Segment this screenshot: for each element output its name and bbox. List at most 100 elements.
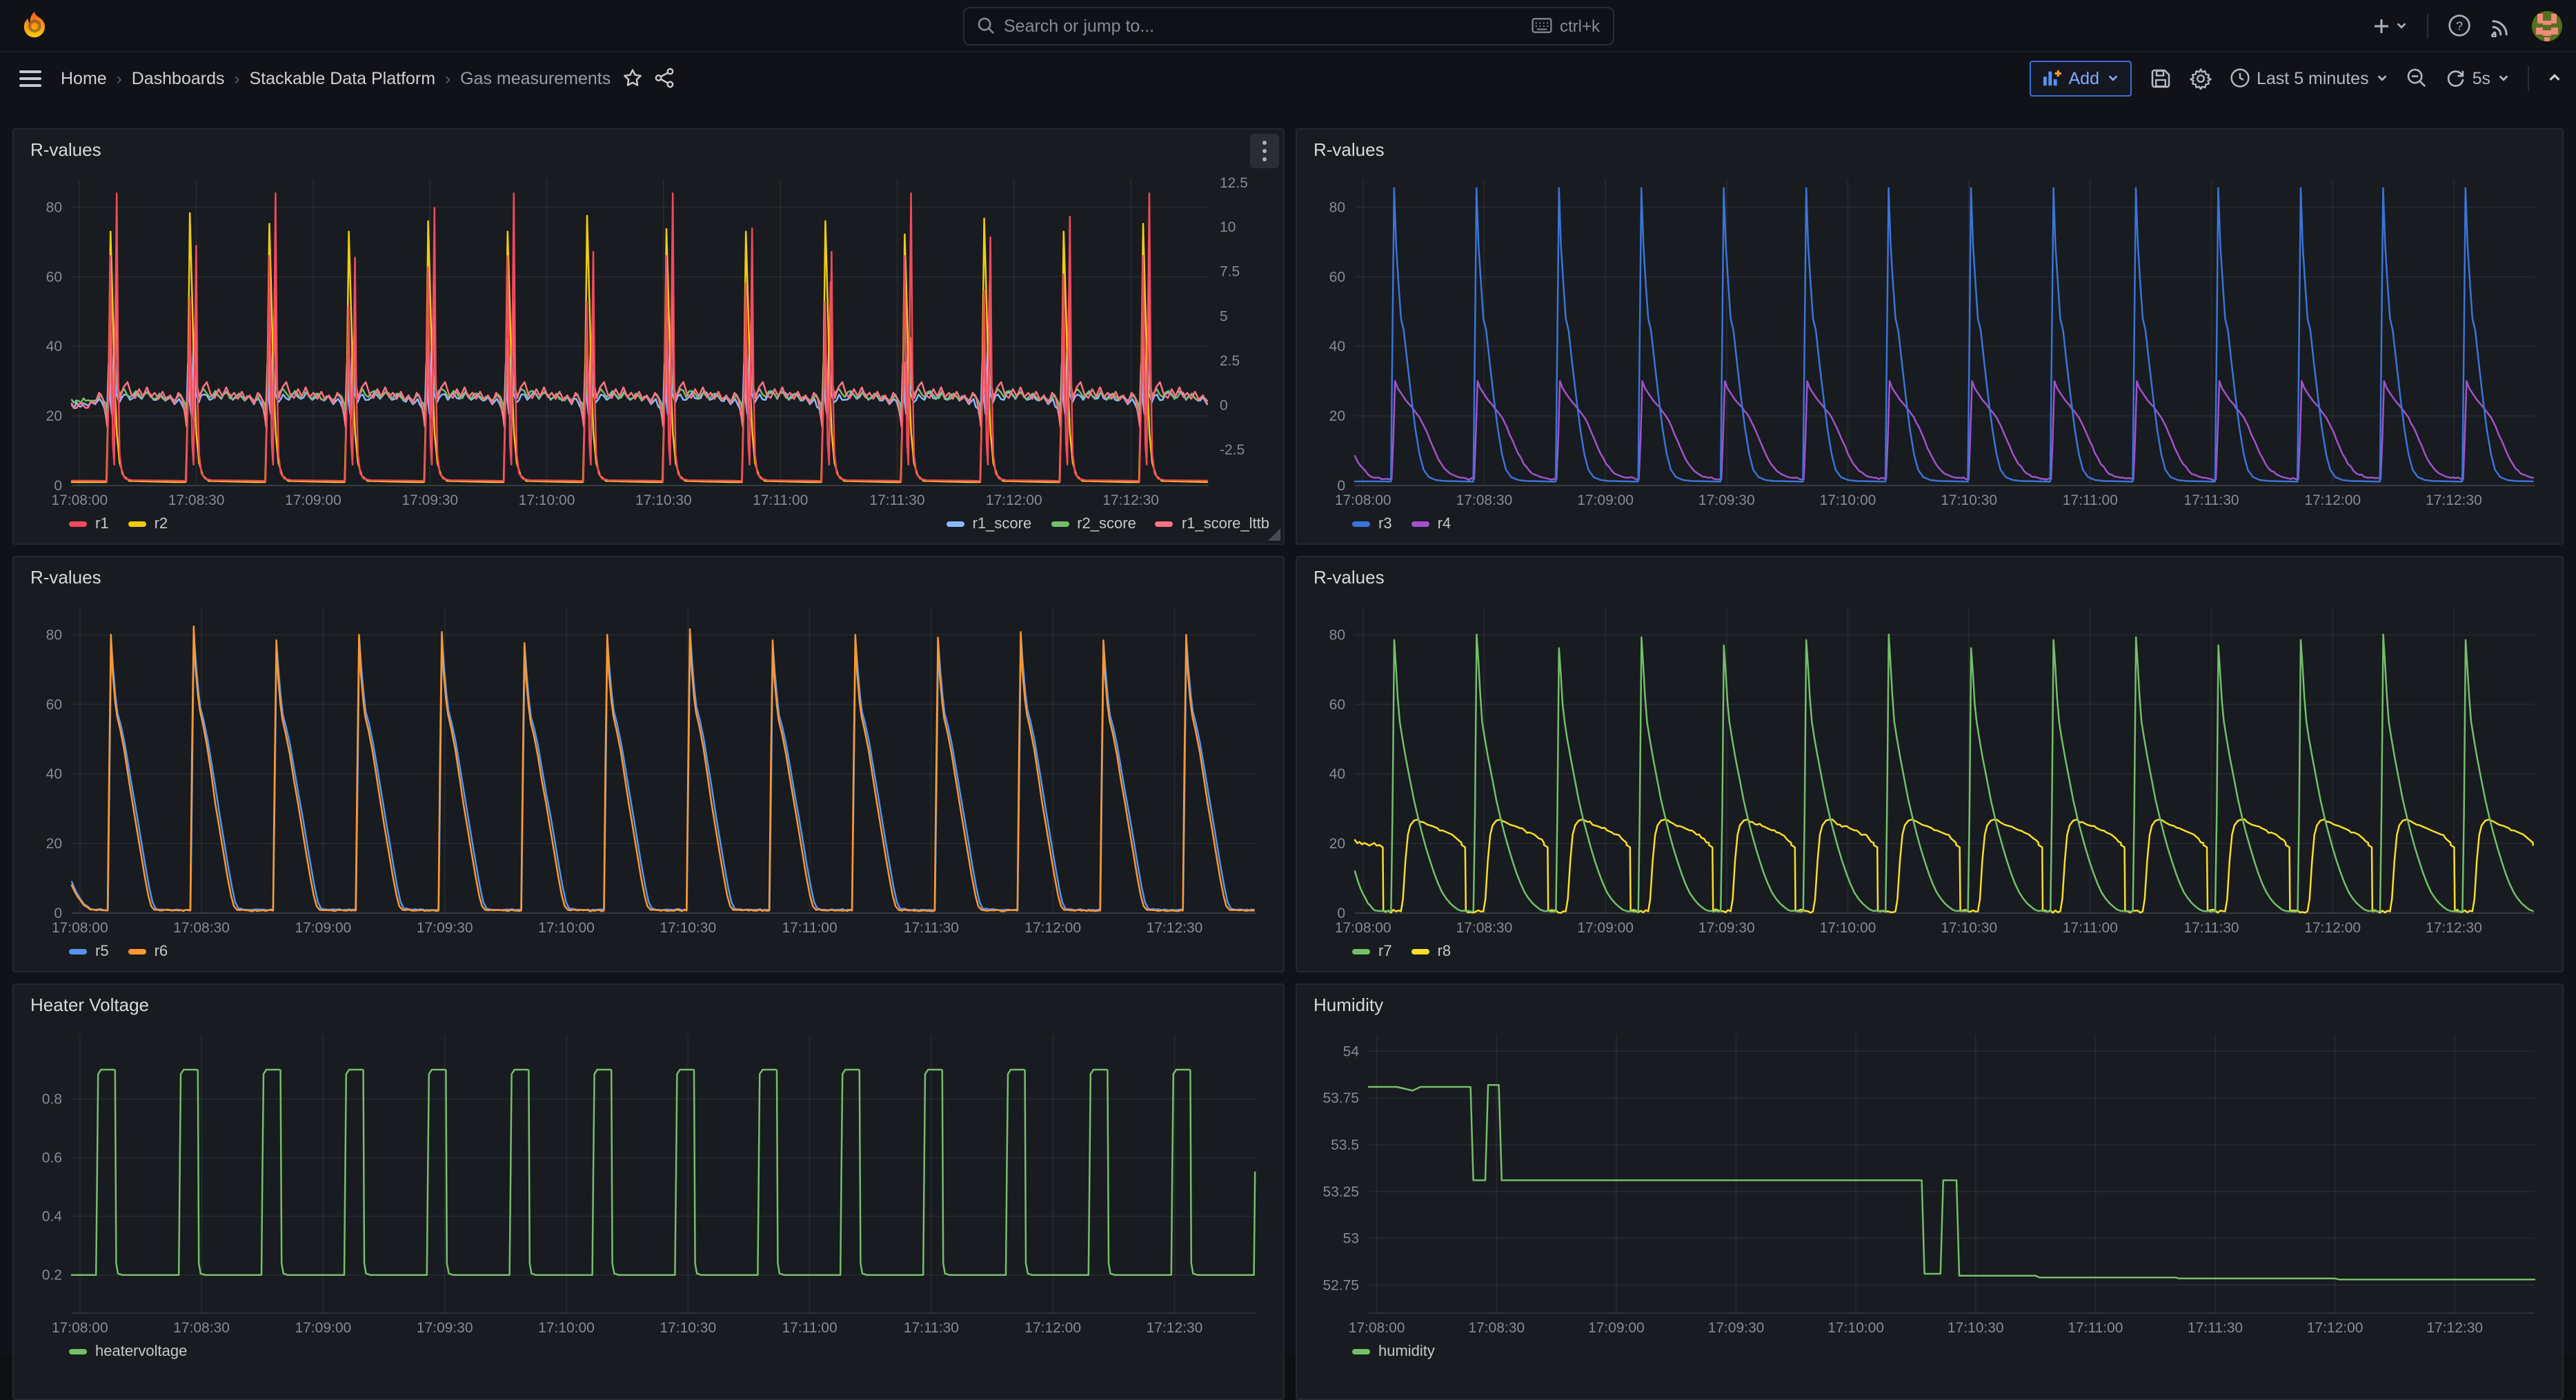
legend-swatch xyxy=(1156,521,1173,527)
legend-item-r2_score[interactable]: r2_score xyxy=(1051,516,1136,532)
x-axis-tick-label: 17:11:00 xyxy=(782,1320,837,1336)
panel-header[interactable]: R-values xyxy=(1297,130,2562,168)
chart-r-values[interactable]: 17:08:0017:08:3017:09:0017:09:3017:10:00… xyxy=(25,168,1272,513)
chart-r-values[interactable]: 17:08:0017:08:3017:09:0017:09:3017:10:00… xyxy=(1308,168,2551,513)
panel-menu-icon[interactable] xyxy=(1250,134,1279,168)
panel-header[interactable]: Heater Voltage xyxy=(14,985,1283,1023)
breadcrumb-dashboards[interactable]: Dashboards xyxy=(132,68,225,88)
news-button[interactable] xyxy=(2490,14,2513,37)
y-axis-tick-label: 60 xyxy=(1329,697,1345,712)
top-nav: Search or jump to... ctrl+k ? xyxy=(0,0,2576,52)
time-range-picker[interactable]: Last 5 minutes xyxy=(2229,68,2388,88)
search-shortcut: ctrl+k xyxy=(1560,16,1600,35)
legend-item-r1[interactable]: r1 xyxy=(69,516,109,532)
toolbar-actions: Add Last 5 minutes 5s xyxy=(2030,60,2563,96)
share-icon[interactable] xyxy=(653,68,674,88)
legend-item-r8[interactable]: r8 xyxy=(1411,943,1452,960)
x-axis-tick-label: 17:09:00 xyxy=(1577,492,1634,508)
legend-item-r7[interactable]: r7 xyxy=(1352,943,1392,960)
grafana-logo-icon[interactable] xyxy=(17,8,52,43)
panel-title[interactable]: R-values xyxy=(1314,567,1385,588)
star-icon[interactable] xyxy=(622,68,642,88)
svg-text:?: ? xyxy=(2456,19,2463,32)
legend-label: r2_score xyxy=(1077,516,1136,532)
breadcrumb-home[interactable]: Home xyxy=(61,68,107,88)
series-line-r3 xyxy=(1355,188,2533,482)
legend-item-humidity[interactable]: humidity xyxy=(1352,1343,1435,1360)
breadcrumb-folder[interactable]: Stackable Data Platform xyxy=(250,68,436,88)
legend-item-r3[interactable]: r3 xyxy=(1352,516,1392,532)
series-line-r4 xyxy=(1355,381,2533,481)
y-axis-tick-label: 0 xyxy=(54,906,62,921)
right-y-axis-tick-label: 10 xyxy=(1220,219,1236,235)
legend-label: heatervoltage xyxy=(95,1343,187,1360)
panel-header[interactable]: R-values xyxy=(14,130,1283,168)
breadcrumb: Home› Dashboards› Stackable Data Platfor… xyxy=(61,68,611,88)
legend-swatch xyxy=(69,1349,87,1354)
panel-header[interactable]: Humidity xyxy=(1297,985,2562,1023)
y-axis-tick-label: 80 xyxy=(46,627,62,643)
chart-heater-voltage[interactable]: 17:08:0017:08:3017:09:0017:09:3017:10:00… xyxy=(25,1023,1272,1341)
panel-r-values-2: R-values 17:08:0017:08:3017:09:0017:09:30… xyxy=(1296,128,2564,545)
legend-swatch xyxy=(1411,949,1429,954)
chart-humidity[interactable]: 17:08:0017:08:3017:09:0017:09:3017:10:00… xyxy=(1308,1023,2551,1341)
help-button[interactable]: ? xyxy=(2448,14,2471,37)
avatar[interactable] xyxy=(2532,10,2562,41)
legend-item-r4[interactable]: r4 xyxy=(1411,516,1452,532)
chevron-down-icon xyxy=(2106,72,2119,84)
menu-toggle-icon[interactable] xyxy=(19,70,41,86)
legend-swatch xyxy=(1352,1349,1370,1354)
plus-icon xyxy=(2372,16,2391,35)
legend-item-r1_score_lttb[interactable]: r1_score_lttb xyxy=(1156,516,1269,532)
x-axis-tick-label: 17:08:30 xyxy=(1468,1320,1525,1336)
x-axis-tick-label: 17:10:30 xyxy=(1941,492,1997,508)
collapse-controls-button[interactable] xyxy=(2547,70,2562,86)
legend-swatch xyxy=(69,521,87,527)
save-dashboard-button[interactable] xyxy=(2149,67,2171,89)
panel-title[interactable]: Humidity xyxy=(1314,994,1383,1015)
y-axis-tick-label: 60 xyxy=(46,697,62,712)
right-y-axis-tick-label: 12.5 xyxy=(1220,175,1248,191)
legend-label: r7 xyxy=(1378,943,1392,960)
zoom-out-button[interactable] xyxy=(2406,68,2427,88)
x-axis-tick-label: 17:09:00 xyxy=(285,492,341,508)
series-line-r2 xyxy=(72,213,1207,482)
x-axis-tick-label: 17:12:30 xyxy=(1102,492,1159,508)
chart-r-values[interactable]: 17:08:0017:08:3017:09:0017:09:3017:10:00… xyxy=(25,596,1272,941)
panel-header[interactable]: R-values xyxy=(1297,557,2562,596)
panel-title[interactable]: R-values xyxy=(30,139,101,160)
legend-item-r5[interactable]: r5 xyxy=(69,943,109,960)
legend-swatch xyxy=(128,949,146,954)
search-input[interactable]: Search or jump to... ctrl+k xyxy=(962,6,1614,45)
panel-legend: r1 r2 r1_score r2_score r1_score_lttb xyxy=(14,513,1283,532)
legend-item-r6[interactable]: r6 xyxy=(128,943,168,960)
panel-title[interactable]: Heater Voltage xyxy=(30,994,149,1015)
dashboard-settings-button[interactable] xyxy=(2189,67,2211,89)
legend-item-r2[interactable]: r2 xyxy=(128,516,168,532)
chart-r-values[interactable]: 17:08:0017:08:3017:09:0017:09:3017:10:00… xyxy=(1308,596,2551,941)
legend-item-r1_score[interactable]: r1_score xyxy=(947,516,1032,532)
x-axis-tick-label: 17:09:00 xyxy=(295,920,351,936)
legend-label: humidity xyxy=(1378,1343,1435,1360)
panel-title[interactable]: R-values xyxy=(30,567,101,588)
chevron-up-icon xyxy=(2547,70,2562,86)
x-axis-tick-label: 17:10:30 xyxy=(635,492,692,508)
new-button[interactable] xyxy=(2372,16,2408,35)
x-axis-tick-label: 17:12:00 xyxy=(2304,920,2361,936)
panel-header[interactable]: R-values xyxy=(14,557,1283,596)
x-axis-tick-label: 17:11:00 xyxy=(2068,1320,2123,1336)
x-axis-tick-label: 17:08:00 xyxy=(51,492,108,508)
y-axis-tick-label: 52.75 xyxy=(1322,1277,1359,1293)
x-axis-tick-label: 17:11:30 xyxy=(2183,920,2239,936)
x-axis-tick-label: 17:10:30 xyxy=(1941,920,1997,936)
panel-resize-handle[interactable] xyxy=(1268,528,1280,541)
refresh-button[interactable]: 5s xyxy=(2445,68,2510,88)
panel-title[interactable]: R-values xyxy=(1314,139,1385,160)
legend-item-heatervoltage[interactable]: heatervoltage xyxy=(69,1343,187,1360)
add-button[interactable]: Add xyxy=(2030,60,2132,96)
legend-swatch xyxy=(1352,521,1370,527)
x-axis-tick-label: 17:12:30 xyxy=(2426,1320,2483,1336)
x-axis-tick-label: 17:08:30 xyxy=(173,1320,230,1336)
help-icon: ? xyxy=(2448,14,2471,37)
y-axis-tick-label: 53.75 xyxy=(1322,1090,1359,1106)
